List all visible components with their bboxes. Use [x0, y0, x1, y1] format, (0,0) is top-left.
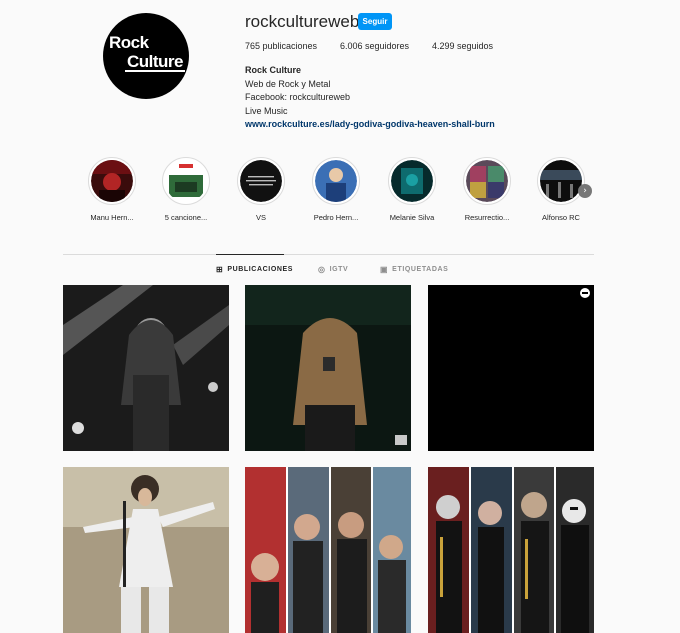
avatar-text-culture: Culture	[127, 52, 184, 71]
follow-button[interactable]: Seguir	[358, 13, 392, 30]
highlight-item[interactable]: Manu Hern...	[80, 157, 144, 222]
tab-label: PUBLICACIONES	[227, 266, 294, 273]
highlight-item[interactable]: VS	[229, 157, 293, 222]
post-image	[428, 467, 594, 633]
highlight-label: Alfonso RC	[542, 213, 580, 222]
following-count[interactable]: 4.299 seguidos	[432, 41, 493, 51]
highlight-label: Manu Hern...	[90, 213, 134, 222]
post-tile[interactable]	[63, 285, 229, 451]
igtv-icon: ◎	[318, 265, 326, 274]
highlight-item[interactable]: Pedro Hern...	[304, 157, 368, 222]
highlight-cover	[91, 160, 133, 202]
highlight-cover	[540, 160, 582, 202]
highlight-label: Melanie Silva	[389, 213, 435, 222]
chevron-right-icon[interactable]: ›	[578, 184, 592, 198]
tab-igtv[interactable]: ◎ IGTV	[318, 265, 348, 274]
avatar-underline	[125, 70, 185, 72]
bio-line-1: Web de Rock y Metal	[245, 79, 331, 89]
tab-etiquetadas[interactable]: ▣ ETIQUETADAS	[380, 265, 448, 274]
tag-icon: ▣	[380, 265, 389, 274]
highlight-label: Resurrectio...	[464, 213, 510, 222]
highlight-label: 5 cancione...	[164, 213, 208, 222]
post-tile[interactable]	[428, 285, 594, 451]
highlight-cover	[466, 160, 508, 202]
highlight-label: VS	[255, 213, 266, 222]
highlight-ring	[312, 157, 360, 205]
highlight-item[interactable]: 5 cancione...	[154, 157, 218, 222]
highlight-cover	[391, 160, 433, 202]
highlight-label: Pedro Hern...	[313, 213, 359, 222]
post-tile[interactable]	[428, 467, 594, 633]
bio-name: Rock Culture	[245, 65, 302, 75]
active-tab-indicator	[216, 254, 284, 255]
bio-line-3: Live Music	[245, 106, 288, 116]
tabs-divider	[63, 254, 594, 255]
highlight-cover	[315, 160, 357, 202]
post-image	[428, 285, 594, 451]
post-image	[245, 467, 411, 633]
grid-icon: ⊞	[216, 265, 224, 274]
highlight-ring	[537, 157, 585, 205]
post-tile[interactable]	[63, 467, 229, 633]
profile-username: rockcultureweb	[245, 12, 360, 31]
post-tile[interactable]	[245, 285, 411, 451]
post-image	[245, 285, 411, 451]
tab-publicaciones[interactable]: ⊞ PUBLICACIONES	[216, 265, 293, 274]
highlight-cover	[165, 160, 207, 202]
highlight-ring	[388, 157, 436, 205]
profile-avatar[interactable]: Rock Culture	[103, 13, 189, 99]
avatar-text-rock: Rock	[109, 33, 149, 52]
highlight-ring	[463, 157, 511, 205]
post-image	[63, 285, 229, 451]
highlight-cover	[240, 160, 282, 202]
post-image	[63, 467, 229, 633]
highlight-ring	[237, 157, 285, 205]
post-tile[interactable]	[245, 467, 411, 633]
highlight-ring	[88, 157, 136, 205]
bio-link[interactable]: www.rockculture.es/lady-godiva-godiva-he…	[245, 119, 495, 129]
highlight-item[interactable]: Melanie Silva	[380, 157, 444, 222]
posts-count: 765 publicaciones	[245, 41, 318, 51]
tab-label: ETIQUETADAS	[392, 266, 449, 273]
bio-line-2: Facebook: rockcultureweb	[245, 92, 351, 102]
tab-label: IGTV	[329, 266, 349, 273]
highlight-item[interactable]: Resurrectio...	[455, 157, 519, 222]
highlight-ring	[162, 157, 210, 205]
followers-count[interactable]: 6.006 seguidores	[340, 41, 409, 51]
